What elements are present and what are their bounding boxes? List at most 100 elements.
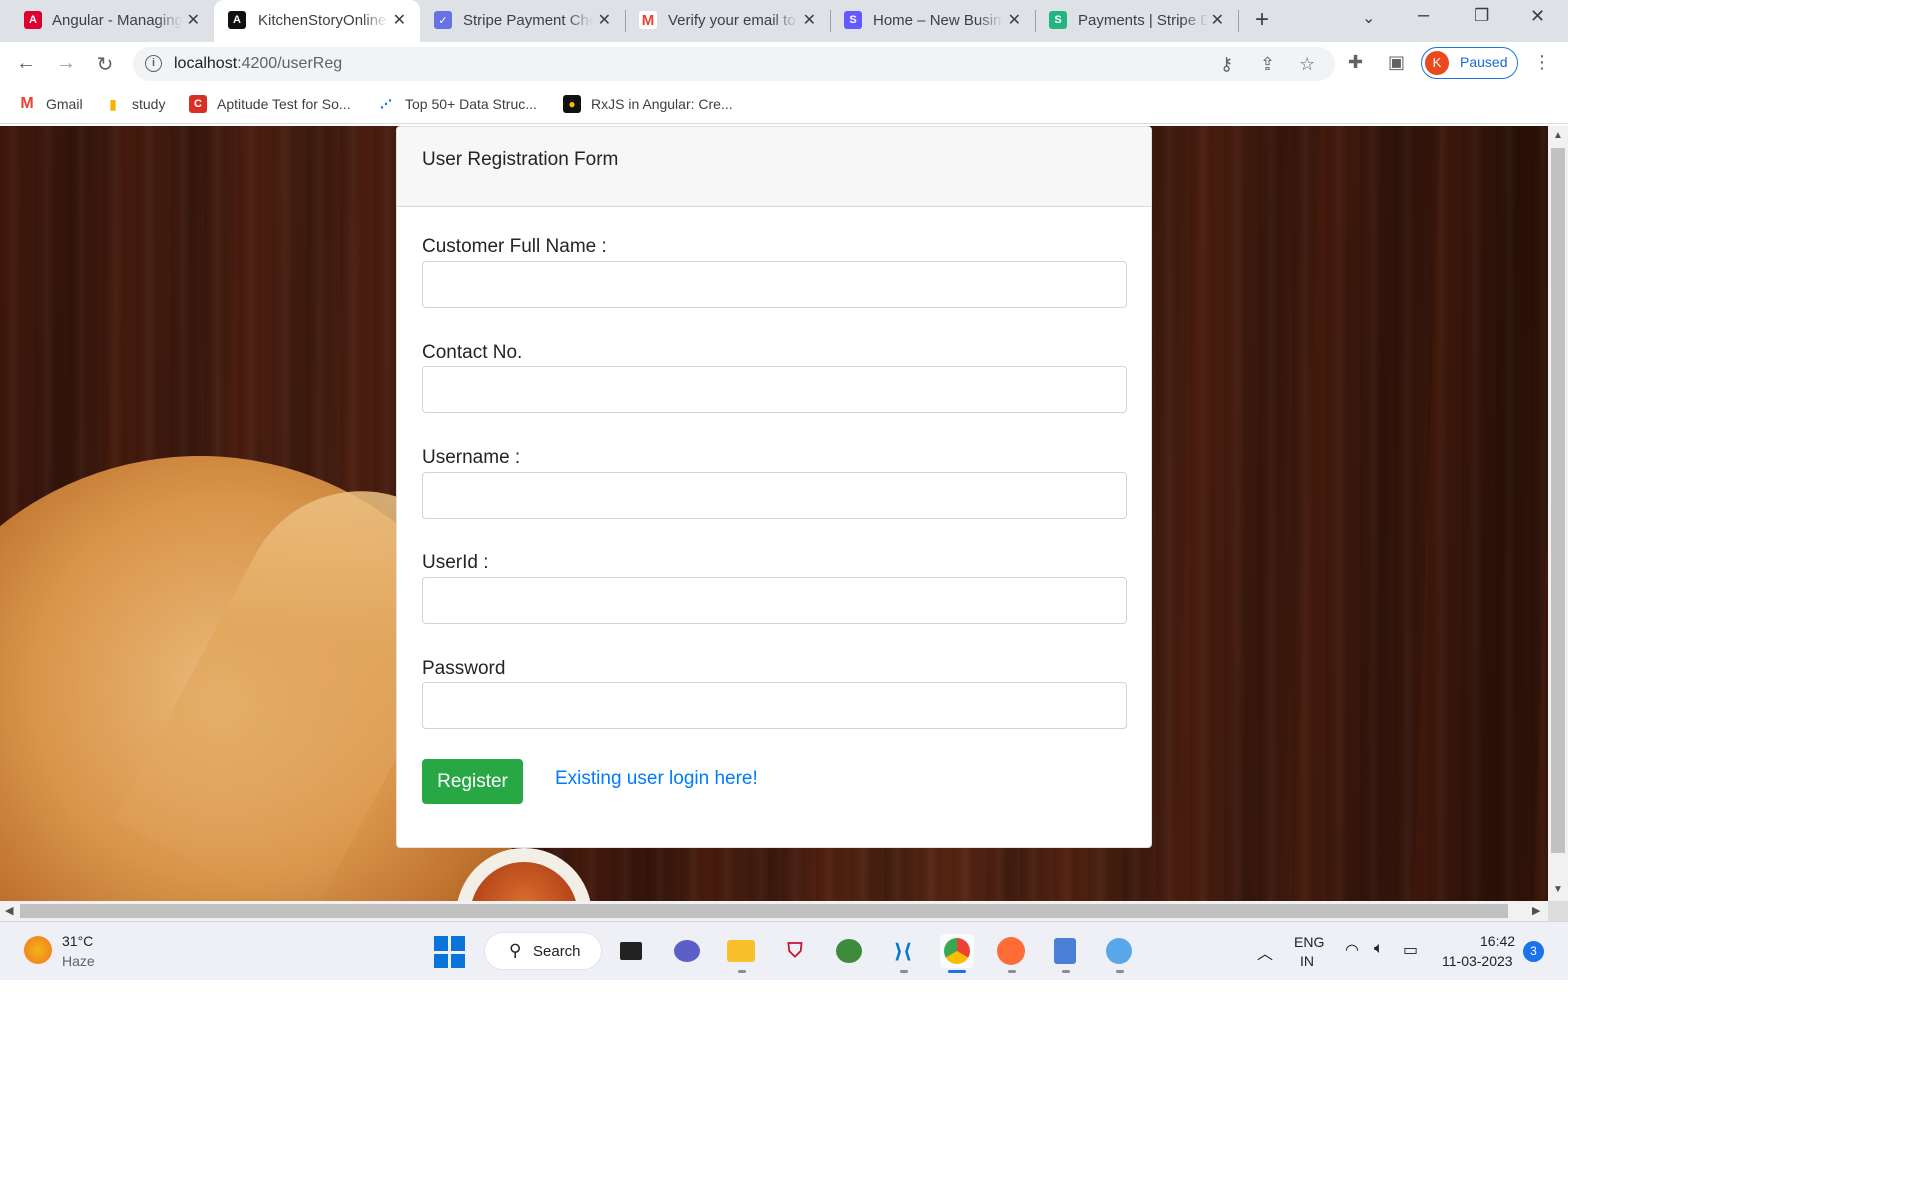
stripe-icon: S bbox=[844, 11, 862, 29]
close-icon[interactable]: ✕ bbox=[1211, 10, 1224, 30]
search-label: Search bbox=[533, 943, 581, 960]
spring-tool-icon[interactable] bbox=[832, 934, 866, 968]
scroll-left-icon[interactable]: ◀ bbox=[5, 904, 13, 917]
notification-badge[interactable]: 3 bbox=[1523, 941, 1544, 962]
full-name-input[interactable] bbox=[422, 261, 1127, 308]
extensions-icon[interactable]: ✚ bbox=[1348, 52, 1363, 73]
chevron-down-icon[interactable]: ⌄ bbox=[1362, 8, 1375, 28]
username-input[interactable] bbox=[422, 472, 1127, 519]
vscode-icon[interactable]: ⟩⟨ bbox=[886, 934, 920, 968]
scroll-right-icon[interactable]: ▶ bbox=[1532, 904, 1540, 917]
bookmark-label: study bbox=[132, 96, 166, 112]
share-icon[interactable]: ⇪ bbox=[1260, 54, 1275, 75]
battery-icon[interactable]: ▭ bbox=[1403, 940, 1418, 960]
tab-kitchenstory[interactable]: A KitchenStoryOnline ✕ bbox=[214, 0, 420, 42]
language-indicator[interactable]: ENG bbox=[1294, 934, 1324, 950]
url-path: :4200/userReg bbox=[237, 55, 343, 72]
register-button[interactable]: Register bbox=[422, 759, 523, 804]
existing-user-login-link[interactable]: Existing user login here! bbox=[555, 768, 758, 790]
close-icon[interactable]: ✕ bbox=[803, 10, 816, 30]
start-icon[interactable] bbox=[434, 936, 466, 968]
app-icon[interactable] bbox=[1102, 934, 1136, 968]
file-explorer-icon[interactable] bbox=[724, 934, 758, 968]
contact-no-label: Contact No. bbox=[422, 342, 523, 363]
chevron-up-icon[interactable]: ︿ bbox=[1257, 940, 1273, 964]
teams-chat-icon[interactable] bbox=[670, 934, 704, 968]
c-icon: C bbox=[189, 95, 207, 113]
weather-icon[interactable] bbox=[24, 936, 52, 964]
angular-icon: A bbox=[228, 11, 246, 29]
contact-no-input[interactable] bbox=[422, 366, 1127, 413]
taskbar-search-button[interactable]: ⚲ Search bbox=[484, 932, 602, 970]
scroll-up-icon[interactable]: ▲ bbox=[1553, 130, 1563, 141]
close-icon[interactable]: ✕ bbox=[1008, 10, 1021, 30]
forward-icon[interactable]: → bbox=[54, 52, 78, 75]
close-icon[interactable]: ✕ bbox=[187, 10, 200, 30]
scroll-down-icon[interactable]: ▼ bbox=[1553, 884, 1563, 895]
bookmark-data-structures[interactable]: ⋰ Top 50+ Data Struc... bbox=[377, 93, 537, 115]
key-icon[interactable]: ⚷ bbox=[1220, 54, 1233, 75]
task-view-icon[interactable] bbox=[614, 934, 648, 968]
password-input[interactable] bbox=[422, 682, 1127, 729]
reload-icon[interactable]: ↻ bbox=[93, 52, 117, 77]
close-icon[interactable]: ✕ bbox=[598, 10, 611, 30]
minimize-icon[interactable]: – bbox=[1418, 4, 1429, 27]
profile-button[interactable]: K Paused bbox=[1421, 47, 1518, 79]
tab-payments-stripe[interactable]: S Payments | Stripe D ✕ bbox=[1035, 0, 1238, 42]
url-text[interactable]: localhost:4200/userReg bbox=[174, 55, 342, 73]
menu-icon[interactable]: ⋮ bbox=[1533, 52, 1551, 73]
bookmark-rxjs[interactable]: ● RxJS in Angular: Cre... bbox=[563, 93, 733, 115]
tab-stripe-payment[interactable]: ✓ Stripe Payment Che ✕ bbox=[420, 0, 625, 42]
profile-status: Paused bbox=[1460, 54, 1508, 70]
gmail-icon: M bbox=[639, 11, 657, 29]
chrome-icon[interactable] bbox=[940, 934, 974, 968]
clock-date[interactable]: 11-03-2023 bbox=[1442, 953, 1513, 969]
bookmark-label: RxJS in Angular: Cre... bbox=[591, 96, 733, 112]
bookmark-study[interactable]: ▮ study bbox=[104, 93, 165, 115]
notepad-icon[interactable] bbox=[1048, 934, 1082, 968]
star-icon[interactable]: ☆ bbox=[1299, 54, 1315, 75]
tab-angular-managing[interactable]: A Angular - Managing ✕ bbox=[0, 0, 214, 42]
info-icon[interactable]: i bbox=[145, 55, 162, 72]
close-icon[interactable]: ✕ bbox=[393, 10, 406, 30]
running-indicator bbox=[948, 970, 966, 973]
clock-time[interactable]: 16:42 bbox=[1480, 933, 1515, 949]
tab-home-new-business[interactable]: S Home – New Busine ✕ bbox=[830, 0, 1035, 42]
scrollbar-corner bbox=[1548, 901, 1568, 921]
url-host: localhost bbox=[174, 55, 238, 72]
volume-icon[interactable]: 🔈︎ bbox=[1374, 940, 1384, 958]
address-bar[interactable]: i localhost:4200/userReg ⚷ ⇪ ☆ bbox=[133, 47, 1335, 81]
page-viewport: User Registration Form Customer Full Nam… bbox=[0, 126, 1548, 901]
username-label: Username : bbox=[422, 447, 521, 468]
running-indicator bbox=[1008, 970, 1016, 973]
weather-description[interactable]: Haze bbox=[62, 953, 95, 969]
userid-input[interactable] bbox=[422, 577, 1127, 624]
vertical-scrollbar[interactable]: ▲ ▼ bbox=[1548, 126, 1568, 901]
browser-toolbar: ← → ↻ i localhost:4200/userReg ⚷ ⇪ ☆ ✚ ▣… bbox=[0, 42, 1568, 86]
language-region[interactable]: IN bbox=[1300, 953, 1314, 969]
window-close-icon[interactable]: ✕ bbox=[1530, 6, 1545, 27]
postman-icon[interactable] bbox=[994, 934, 1028, 968]
card-header: User Registration Form bbox=[397, 127, 1151, 207]
mcafee-icon[interactable]: ⛉ bbox=[778, 934, 812, 968]
back-icon[interactable]: ← bbox=[14, 52, 38, 75]
tab-title: KitchenStoryOnline bbox=[258, 12, 387, 29]
bookmark-aptitude[interactable]: C Aptitude Test for So... bbox=[189, 93, 351, 115]
weather-temperature[interactable]: 31°C bbox=[62, 933, 93, 949]
vertical-scroll-thumb[interactable] bbox=[1551, 148, 1565, 853]
wifi-icon[interactable]: ◠ bbox=[1345, 940, 1359, 960]
side-panel-icon[interactable]: ▣ bbox=[1388, 52, 1405, 73]
tab-separator bbox=[1238, 10, 1239, 32]
tab-verify-email[interactable]: M Verify your email to ✕ bbox=[625, 0, 830, 42]
bookmark-label: Top 50+ Data Struc... bbox=[405, 96, 537, 112]
taskbar: 31°C Haze ⚲ Search ⛉ ⟩⟨ ︿ ENG IN ◠ 🔈︎ ▭ … bbox=[0, 921, 1568, 980]
horizontal-scrollbar[interactable]: ◀ ▶ bbox=[0, 901, 1548, 921]
horizontal-scroll-thumb[interactable] bbox=[20, 904, 1508, 918]
bookmark-gmail[interactable]: M Gmail bbox=[18, 93, 82, 115]
restore-icon[interactable]: ❐ bbox=[1474, 6, 1489, 26]
search-icon: ⚲ bbox=[509, 941, 522, 960]
tab-title: Angular - Managing bbox=[52, 12, 182, 29]
userid-label: UserId : bbox=[422, 552, 489, 573]
bookmark-label: Aptitude Test for So... bbox=[217, 96, 351, 112]
new-tab-button[interactable]: + bbox=[1255, 6, 1269, 34]
